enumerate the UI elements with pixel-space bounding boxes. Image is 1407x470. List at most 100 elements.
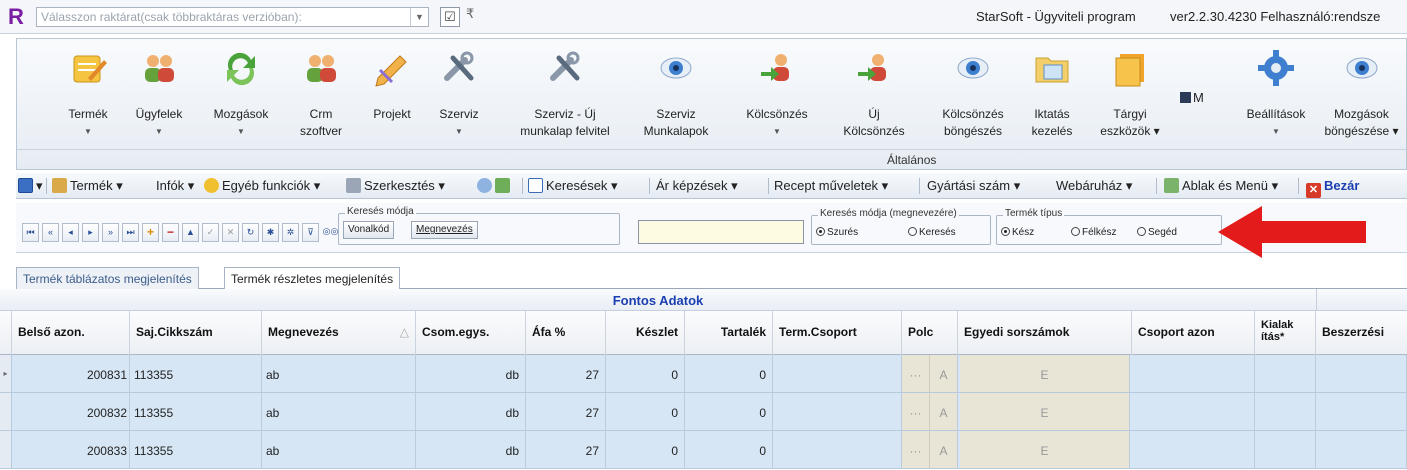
menu-recept-muveletek[interactable]: Recept műveletek ▾ xyxy=(774,178,888,194)
shelf-ellipsis-button[interactable]: ··· xyxy=(902,431,930,468)
menu-gyartasi-szam[interactable]: Gyártási szám ▾ xyxy=(927,178,1020,194)
cell-tartalek[interactable]: 0 xyxy=(685,355,773,392)
bookmark-icon[interactable]: ✱ xyxy=(262,223,279,242)
col-header-keszlet[interactable]: Készlet xyxy=(606,311,685,355)
binoculars-icon[interactable]: ◎◎ xyxy=(322,223,339,242)
radio-szures[interactable]: Szurés xyxy=(816,227,858,238)
cell-csoport-azon[interactable] xyxy=(1132,431,1255,468)
table-row[interactable]: 200832 113355 ab db 27 0 0 ··· A E xyxy=(0,393,1407,431)
delete-record-icon[interactable]: − xyxy=(162,223,179,242)
first-record-icon[interactable]: ⏮ xyxy=(22,223,39,242)
cell-tartalek[interactable]: 0 xyxy=(685,431,773,468)
shelf-a-button[interactable]: A xyxy=(930,355,957,392)
next-record-icon[interactable]: ▸ xyxy=(82,223,99,242)
col-header-term-csoport[interactable]: Term.Csoport xyxy=(773,311,902,355)
shelf-ellipsis-button[interactable]: ··· xyxy=(902,355,930,392)
col-header-afa[interactable]: Áfa % xyxy=(526,311,606,355)
ribbon-button-3[interactable]: Crm szoftver xyxy=(284,40,358,148)
ribbon-button-2[interactable]: Mozgások ▼ xyxy=(196,40,286,148)
cell-saj-cikkszam[interactable]: 113355 xyxy=(130,431,262,468)
shelf-a-button[interactable]: A xyxy=(930,431,957,468)
cell-kialakitas[interactable] xyxy=(1255,431,1316,468)
row-indicator[interactable] xyxy=(0,393,12,430)
ribbon-button-0[interactable]: Termék ▼ xyxy=(42,40,134,148)
cell-keszlet[interactable]: 0 xyxy=(606,355,685,392)
row-indicator[interactable]: ▸ xyxy=(0,355,12,392)
ribbon-button-5[interactable]: Szerviz ▼ xyxy=(424,40,494,148)
serial-numbers-button[interactable]: E xyxy=(960,393,1130,430)
chevron-down-icon[interactable]: ▼ xyxy=(410,8,428,26)
ribbon-button-6[interactable]: Szerviz - Új munkalap felvitel xyxy=(500,40,630,148)
ribbon-button-7[interactable]: Szerviz Munkalapok xyxy=(632,40,720,148)
menu-egyeb-funkciok[interactable]: Egyéb funkciók ▾ xyxy=(204,178,320,194)
serial-numbers-button[interactable]: E xyxy=(960,355,1130,392)
cell-afa[interactable]: 27 xyxy=(526,355,606,392)
row-indicator[interactable] xyxy=(0,431,12,468)
cell-belso-azon[interactable]: 200831 xyxy=(12,355,130,392)
col-header-polc[interactable]: Polc xyxy=(902,311,958,355)
cell-csom-egys[interactable]: db xyxy=(416,393,526,430)
radio-felkesz[interactable]: Félkész xyxy=(1071,227,1116,238)
table-row[interactable]: 200833 113355 ab db 27 0 0 ··· A E xyxy=(0,431,1407,469)
search-input[interactable] xyxy=(638,220,804,244)
cell-csom-egys[interactable]: db xyxy=(416,431,526,468)
table-row[interactable]: ▸ 200831 113355 ab db 27 0 0 ··· A E xyxy=(0,355,1407,393)
cell-saj-cikkszam[interactable]: 113355 xyxy=(130,355,262,392)
menu-webaruhaz[interactable]: Webáruház ▾ xyxy=(1056,178,1132,194)
cell-kialakitas[interactable] xyxy=(1255,355,1316,392)
cancel-edit-icon[interactable]: ✕ xyxy=(222,223,239,242)
barcode-button[interactable]: Vonalkód xyxy=(343,221,395,239)
cell-tartalek[interactable]: 0 xyxy=(685,393,773,430)
cell-term-csoport[interactable] xyxy=(773,355,902,392)
shelf-a-button[interactable]: A xyxy=(930,393,957,430)
menu-termek[interactable]: Termék ▾ xyxy=(52,178,123,194)
prev-page-icon[interactable]: « xyxy=(42,223,59,242)
quick-access-check-icon[interactable]: ☑ xyxy=(440,7,460,27)
shelf-ellipsis-button[interactable]: ··· xyxy=(902,393,930,430)
goto-bookmark-icon[interactable]: ✲ xyxy=(282,223,299,242)
edit-record-icon[interactable]: ▲ xyxy=(182,223,199,242)
col-header-saj-cikkszam[interactable]: Saj.Cikkszám xyxy=(130,311,262,355)
cell-csom-egys[interactable]: db xyxy=(416,355,526,392)
cell-beszerzesi[interactable] xyxy=(1316,431,1407,468)
cell-afa[interactable]: 27 xyxy=(526,431,606,468)
cell-belso-azon[interactable]: 200833 xyxy=(12,431,130,468)
menu-ablak-es-menu[interactable]: Ablak és Menü ▾ xyxy=(1164,178,1278,194)
warehouse-select[interactable]: Válasszon raktárat(csak többraktáras ver… xyxy=(36,7,429,27)
cell-keszlet[interactable]: 0 xyxy=(606,431,685,468)
radio-kesz[interactable]: Kész xyxy=(1001,227,1034,238)
quick-access-more-icon[interactable]: ₹ xyxy=(466,6,474,22)
cell-term-csoport[interactable] xyxy=(773,393,902,430)
cell-beszerzesi[interactable] xyxy=(1316,355,1407,392)
prev-record-icon[interactable]: ◂ xyxy=(62,223,79,242)
cell-beszerzesi[interactable] xyxy=(1316,393,1407,430)
ribbon-button-14[interactable]: Mozgások böngészése ▾ xyxy=(1316,40,1407,148)
save-m-button[interactable]: M xyxy=(1180,90,1204,105)
last-record-icon[interactable]: ⏭ xyxy=(122,223,139,242)
cell-csoport-azon[interactable] xyxy=(1132,355,1255,392)
ribbon-button-4[interactable]: Projekt xyxy=(360,40,424,148)
col-header-csom-egys[interactable]: Csom.egys. xyxy=(416,311,526,355)
col-header-belso-azon[interactable]: Belső azon. xyxy=(12,311,130,355)
cell-term-csoport[interactable] xyxy=(773,431,902,468)
col-header-csoport-azon[interactable]: Csoport azon xyxy=(1132,311,1255,355)
menu-infok[interactable]: Infók ▾ xyxy=(156,178,194,194)
ribbon-button-11[interactable]: Iktatás kezelés xyxy=(1020,40,1084,148)
next-page-icon[interactable]: » xyxy=(102,223,119,242)
ribbon-button-1[interactable]: Ügyfelek ▼ xyxy=(126,40,192,148)
cell-kialakitas[interactable] xyxy=(1255,393,1316,430)
cell-belso-azon[interactable]: 200832 xyxy=(12,393,130,430)
name-button[interactable]: Megnevezés xyxy=(411,221,478,239)
menu-szerkesztes[interactable]: Szerkesztés ▾ xyxy=(346,178,445,194)
radio-kereses[interactable]: Keresés xyxy=(908,227,956,238)
tab-detail-view[interactable]: Termék részletes megjelenítés xyxy=(224,267,401,289)
ribbon-button-12[interactable]: Tárgyi eszközök ▾ xyxy=(1086,40,1174,148)
col-header-kialakitas[interactable]: Kialak ítás* xyxy=(1255,311,1316,355)
ribbon-button-13[interactable]: Beállítások ▼ xyxy=(1234,40,1318,148)
menu-toggle-icon[interactable]: ▾ xyxy=(18,178,43,194)
add-record-icon[interactable]: + xyxy=(142,223,159,242)
ribbon-button-8[interactable]: Kölcsönzés ▼ xyxy=(732,40,822,148)
cell-megnevezes[interactable]: ab xyxy=(262,393,416,430)
refresh-icon[interactable]: ↻ xyxy=(242,223,259,242)
ribbon-button-9[interactable]: Új Kölcsönzés xyxy=(822,40,926,148)
